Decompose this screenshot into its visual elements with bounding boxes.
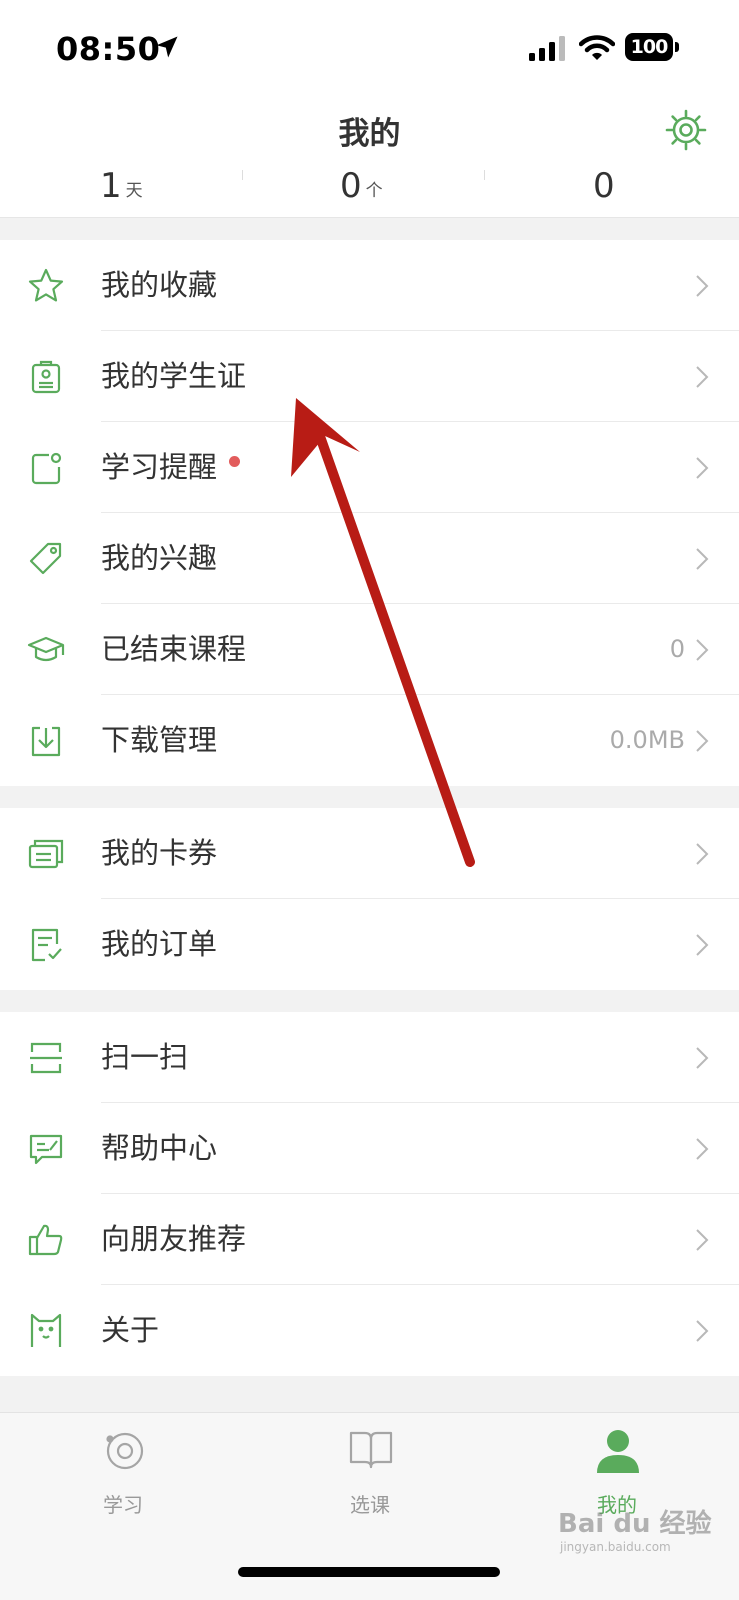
coupon-icon bbox=[28, 839, 64, 869]
chevron-right-icon bbox=[696, 843, 709, 865]
menu-item-recommend[interactable]: 向朋友推荐 bbox=[0, 1194, 739, 1285]
location-arrow-icon bbox=[156, 36, 178, 58]
menu-item-label: 我的学生证 bbox=[101, 359, 247, 393]
settings-icon[interactable] bbox=[664, 108, 708, 152]
menu-item-favorites[interactable]: 我的收藏 bbox=[0, 240, 739, 331]
header: 08:50 100 我的 bbox=[0, 0, 739, 170]
cellular-signal-icon bbox=[529, 36, 565, 61]
menu-item-label: 我的订单 bbox=[101, 927, 218, 961]
help-icon bbox=[29, 1134, 63, 1165]
scan-icon bbox=[30, 1042, 62, 1074]
profile-icon bbox=[597, 1430, 639, 1473]
menu-item-downloads[interactable]: 下载管理 0.0MB bbox=[0, 695, 739, 786]
menu-item-finished-courses[interactable]: 已结束课程 0 bbox=[0, 604, 739, 695]
menu-item-label: 我的收藏 bbox=[101, 268, 218, 302]
star-icon bbox=[28, 268, 64, 302]
chevron-right-icon bbox=[696, 639, 709, 661]
chevron-right-icon bbox=[696, 730, 709, 752]
order-icon bbox=[31, 928, 62, 962]
chevron-right-icon bbox=[696, 548, 709, 570]
menu-item-label: 下载管理 bbox=[101, 723, 218, 757]
menu-item-label: 我的卡券 bbox=[101, 836, 218, 870]
about-icon bbox=[30, 1313, 62, 1347]
menu-item-about[interactable]: 关于 bbox=[0, 1285, 739, 1376]
stat-divider bbox=[242, 170, 243, 180]
tab-study[interactable]: 学习 bbox=[63, 1427, 183, 1527]
menu-item-value: 0 bbox=[669, 635, 685, 663]
chevron-right-icon bbox=[696, 1138, 709, 1160]
chevron-right-icon bbox=[696, 1047, 709, 1069]
battery-indicator: 100 bbox=[625, 33, 679, 61]
menu-item-label: 我的兴趣 bbox=[101, 541, 218, 575]
menu-group-orders: 我的卡券 我的订单 bbox=[0, 808, 739, 990]
menu-item-value: 0.0MB bbox=[609, 726, 685, 754]
menu-item-label: 扫一扫 bbox=[101, 1040, 189, 1074]
study-icon bbox=[106, 1432, 144, 1470]
menu-item-label: 已结束课程 bbox=[101, 632, 247, 666]
chevron-right-icon bbox=[696, 366, 709, 388]
menu-group-learning: 我的收藏 我的学生证 学习提醒 我的兴趣 已结束课程 0 下载管理 0.0MB bbox=[0, 240, 739, 786]
chevron-right-icon bbox=[696, 457, 709, 479]
battery-level: 100 bbox=[625, 33, 673, 61]
menu-item-help-center[interactable]: 帮助中心 bbox=[0, 1103, 739, 1194]
chevron-right-icon bbox=[696, 1229, 709, 1251]
tab-label: 学习 bbox=[103, 1493, 143, 1517]
stat-unit: 个 bbox=[365, 181, 383, 201]
status-time: 08:50 bbox=[56, 30, 161, 68]
page-title: 我的 bbox=[338, 116, 401, 152]
menu-item-orders[interactable]: 我的订单 bbox=[0, 899, 739, 990]
notification-dot bbox=[229, 456, 240, 467]
baidu-watermark-url: jingyan.baidu.com bbox=[560, 1540, 671, 1554]
chevron-right-icon bbox=[696, 275, 709, 297]
menu-item-interests[interactable]: 我的兴趣 bbox=[0, 513, 739, 604]
reminder-icon bbox=[31, 452, 62, 485]
menu-item-label: 向朋友推荐 bbox=[101, 1222, 247, 1256]
menu-item-student-card[interactable]: 我的学生证 bbox=[0, 331, 739, 422]
wifi-icon bbox=[579, 35, 615, 60]
menu-item-study-reminder[interactable]: 学习提醒 bbox=[0, 422, 739, 513]
chevron-right-icon bbox=[696, 934, 709, 956]
thumbs-up-icon bbox=[28, 1224, 63, 1256]
baidu-watermark: Bai du 经验 bbox=[558, 1509, 712, 1539]
book-icon bbox=[349, 1431, 393, 1469]
tab-courses[interactable]: 选课 bbox=[310, 1427, 430, 1527]
tab-label: 选课 bbox=[350, 1493, 390, 1517]
menu-group-other: 扫一扫 帮助中心 向朋友推荐 关于 bbox=[0, 1012, 739, 1376]
menu-item-coupons[interactable]: 我的卡券 bbox=[0, 808, 739, 899]
menu-item-scan[interactable]: 扫一扫 bbox=[0, 1012, 739, 1103]
stat-divider bbox=[484, 170, 485, 180]
download-icon bbox=[31, 726, 61, 757]
menu-item-label: 帮助中心 bbox=[101, 1131, 218, 1165]
chevron-right-icon bbox=[696, 1320, 709, 1342]
stat-unit: 天 bbox=[125, 181, 143, 201]
graduation-cap-icon bbox=[27, 636, 65, 662]
menu-item-label: 关于 bbox=[101, 1313, 160, 1347]
tag-icon bbox=[29, 542, 62, 575]
menu-item-label: 学习提醒 bbox=[101, 450, 218, 484]
home-indicator[interactable] bbox=[238, 1567, 500, 1577]
battery-tip bbox=[675, 42, 679, 52]
student-card-icon bbox=[31, 360, 61, 394]
